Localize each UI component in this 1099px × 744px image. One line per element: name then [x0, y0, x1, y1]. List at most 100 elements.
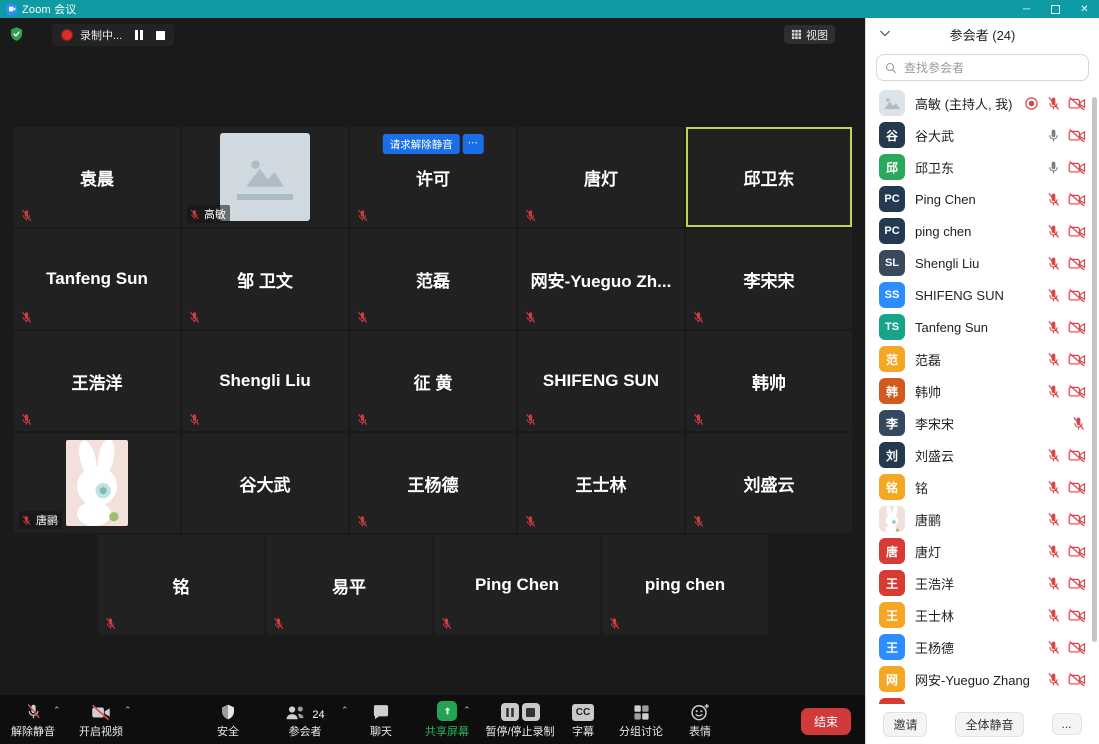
video-tile[interactable]: 唐灯 [518, 127, 684, 227]
participant-row[interactable]: 邱邱卫东 [866, 151, 1099, 183]
camera-off-icon [1068, 128, 1086, 143]
chat-button[interactable]: 聊天 [351, 700, 411, 739]
mic-muted-icon [692, 515, 705, 528]
titlebar: Zoom 会议 ─ ✕ [0, 0, 1099, 18]
participants-chevron-icon[interactable]: ⌃ [341, 705, 349, 716]
panel-chevron-down-icon[interactable] [880, 29, 890, 40]
chat-label: 聊天 [370, 723, 392, 739]
breakout-rooms-button[interactable]: 分组讨论 [606, 700, 676, 739]
mic-icon [1046, 160, 1061, 175]
mic-muted-icon [524, 209, 537, 222]
video-tile[interactable]: 铭 [98, 535, 264, 635]
participant-row[interactable]: 范范磊 [866, 343, 1099, 375]
participant-row[interactable]: 谷谷大武 [866, 119, 1099, 151]
video-tile[interactable]: ping chen [602, 535, 768, 635]
avatar: 王 [879, 698, 905, 704]
participant-row[interactable]: SSSHIFENG SUN [866, 279, 1099, 311]
camera-off-icon [1068, 288, 1086, 303]
participants-icon [285, 705, 307, 721]
end-meeting-button[interactable]: 结束 [801, 708, 851, 735]
participant-row[interactable]: 铭铭 [866, 471, 1099, 503]
security-shield-icon[interactable] [9, 26, 24, 47]
start-video-button[interactable]: 开启视频 [72, 700, 130, 739]
bunny-avatar-icon [66, 440, 128, 526]
invite-button[interactable]: 邀请 [883, 712, 927, 737]
video-tile[interactable]: Shengli Liu [182, 331, 348, 431]
participant-name: Ping Chen [915, 192, 1046, 207]
participant-row[interactable]: 唐鹂 [866, 503, 1099, 535]
video-tile[interactable]: 唐鹂 [14, 433, 180, 533]
tile-more-button[interactable]: ⋯ [463, 134, 484, 154]
more-options-button[interactable]: ... [1052, 713, 1082, 735]
stop-recording-icon[interactable] [156, 31, 165, 40]
video-tile[interactable]: 许可请求解除静音⋯ [350, 127, 516, 227]
pause-icon[interactable] [501, 703, 519, 721]
mic-muted-icon [1046, 480, 1061, 495]
participant-row[interactable]: 李李宋宋 [866, 407, 1099, 439]
participant-row[interactable]: 王王浩洋 [866, 567, 1099, 599]
mic-muted-icon [1046, 96, 1061, 111]
video-tile[interactable]: Tanfeng Sun [14, 229, 180, 329]
video-tile[interactable]: 征 黄 [350, 331, 516, 431]
video-tile[interactable]: 易平 [266, 535, 432, 635]
participant-row[interactable]: 王王杨德 [866, 631, 1099, 663]
participant-search-input[interactable] [902, 60, 1080, 76]
request-unmute-button[interactable]: 请求解除静音 [383, 134, 460, 154]
mic-muted-icon [1071, 416, 1086, 431]
mic-muted-icon [188, 311, 201, 324]
mic-muted-icon [1046, 224, 1061, 239]
participant-name: 刘盛云 [915, 446, 1046, 465]
video-tile[interactable]: 刘盛云 [686, 433, 852, 533]
captions-button[interactable]: CC 字幕 [553, 700, 613, 739]
minimize-icon[interactable]: ─ [1012, 0, 1041, 18]
close-icon[interactable]: ✕ [1070, 0, 1099, 18]
stop-icon[interactable] [522, 703, 540, 721]
mic-muted-icon [20, 311, 33, 324]
security-button[interactable]: 安全 [198, 700, 258, 739]
participant-row[interactable]: PCping chen [866, 215, 1099, 247]
search-icon [885, 62, 897, 74]
video-tile[interactable]: 王士林 [518, 433, 684, 533]
video-tile[interactable]: Ping Chen [434, 535, 600, 635]
mic-muted-icon [189, 209, 200, 220]
video-tile[interactable]: 王杨德 [350, 433, 516, 533]
video-tile[interactable]: 范磊 [350, 229, 516, 329]
mic-options-chevron-icon[interactable]: ⌃ [53, 705, 61, 716]
video-tile[interactable]: 邱卫东 [686, 127, 852, 227]
participant-row[interactable]: 网网安-Yueguo Zhang [866, 663, 1099, 695]
participant-row[interactable]: 王王士林 [866, 599, 1099, 631]
participant-row[interactable]: PCPing Chen [866, 183, 1099, 215]
participant-row[interactable]: TSTanfeng Sun [866, 311, 1099, 343]
video-tile[interactable]: 高敏 [182, 127, 348, 227]
camera-off-icon [1068, 160, 1086, 175]
participant-row[interactable]: 王 [866, 695, 1099, 704]
scrollbar-thumb[interactable] [1092, 97, 1097, 642]
participant-row[interactable]: SLShengli Liu [866, 247, 1099, 279]
mic-muted-icon [1046, 640, 1061, 655]
reactions-button[interactable]: 表情 [670, 700, 730, 739]
pause-recording-icon[interactable] [135, 30, 143, 40]
mute-all-button[interactable]: 全体静音 [955, 712, 1023, 737]
participants-button[interactable]: 24 参会者 [273, 700, 337, 739]
video-tile[interactable]: SHIFENG SUN [518, 331, 684, 431]
video-tile[interactable]: 谷大武 [182, 433, 348, 533]
camera-off-icon [1068, 288, 1086, 303]
video-tile[interactable]: 韩帅 [686, 331, 852, 431]
video-tile[interactable]: 李宋宋 [686, 229, 852, 329]
view-button[interactable]: 视图 [784, 25, 835, 44]
maximize-icon[interactable] [1041, 0, 1070, 18]
participant-search-box[interactable] [876, 54, 1089, 81]
view-label: 视图 [806, 27, 828, 43]
participant-row[interactable]: 唐唐灯 [866, 535, 1099, 567]
video-tile[interactable]: 袁晨 [14, 127, 180, 227]
video-options-chevron-icon[interactable]: ⌃ [124, 705, 132, 716]
video-tile[interactable]: 邹 卫文 [182, 229, 348, 329]
participant-row[interactable]: 高敏 (主持人, 我) [866, 87, 1099, 119]
participant-row[interactable]: 韩韩帅 [866, 375, 1099, 407]
mic-muted-icon [1046, 448, 1061, 463]
video-tile[interactable]: 网安-Yueguo Zh... [518, 229, 684, 329]
mic-muted-icon [356, 209, 369, 222]
participant-row[interactable]: 刘刘盛云 [866, 439, 1099, 471]
video-tile[interactable]: 王浩洋 [14, 331, 180, 431]
avatar: 王 [879, 602, 905, 628]
